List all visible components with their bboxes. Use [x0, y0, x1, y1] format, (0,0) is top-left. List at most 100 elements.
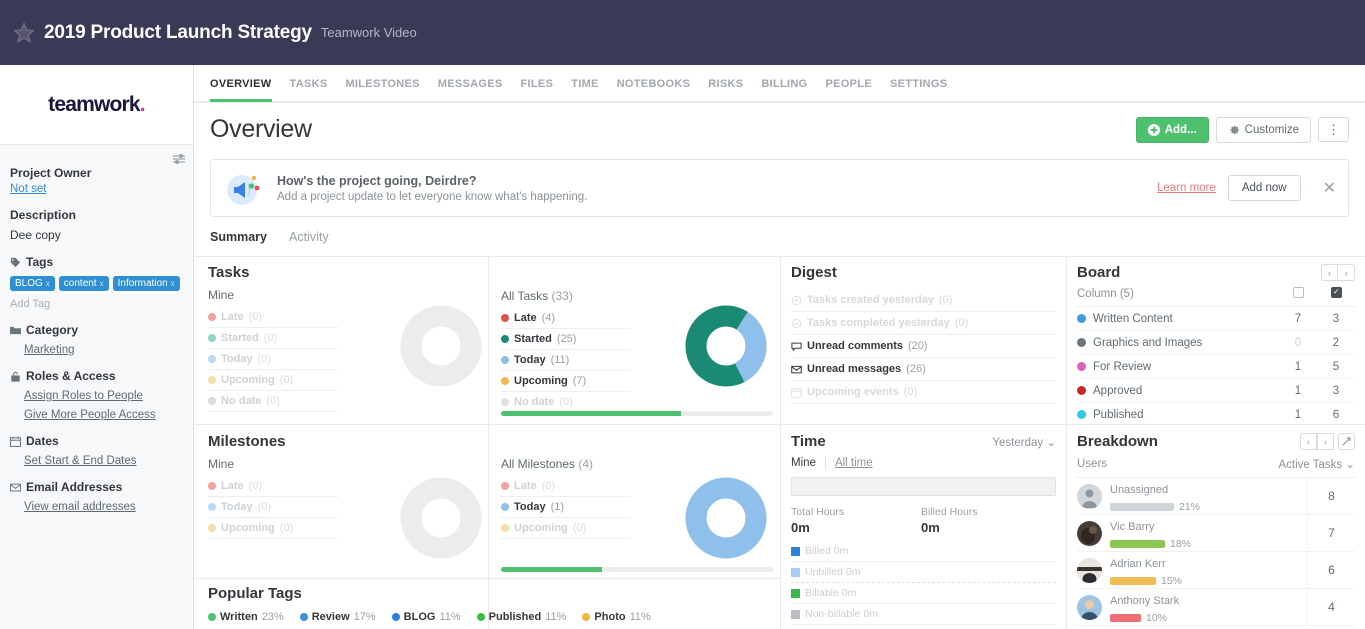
- board-row[interactable]: Graphics and Images 0 2: [1077, 331, 1355, 355]
- legend-item[interactable]: Late (0): [208, 307, 338, 328]
- tab-files[interactable]: FILES: [521, 64, 554, 102]
- board-row[interactable]: Written Content 7 3: [1077, 307, 1355, 331]
- teamwork-logo[interactable]: teamwork.: [0, 65, 193, 145]
- popular-tag-item[interactable]: Photo 11%: [582, 611, 651, 623]
- legend-item[interactable]: No date (0): [501, 392, 631, 413]
- board-prev-button[interactable]: ‹: [1321, 264, 1338, 281]
- board-row[interactable]: For Review 1 5: [1077, 355, 1355, 379]
- digest-item-tasks-created[interactable]: Tasks created yesterday (0): [791, 289, 1056, 312]
- tab-messages[interactable]: MESSAGES: [438, 64, 503, 102]
- give-access-link[interactable]: Give More People Access: [24, 409, 181, 421]
- tab-time[interactable]: TIME: [571, 64, 598, 102]
- popular-tag-item[interactable]: Written 23%: [208, 611, 284, 623]
- learn-more-link[interactable]: Learn more: [1157, 182, 1216, 194]
- add-tag-input[interactable]: Add Tag: [10, 298, 181, 310]
- tab-tasks[interactable]: TASKS: [290, 64, 328, 102]
- star-icon[interactable]: [12, 21, 44, 45]
- time-row-billable[interactable]: Billable 0m: [791, 583, 1056, 604]
- assign-roles-link[interactable]: Assign Roles to People: [24, 390, 181, 402]
- board-header-checked[interactable]: [1317, 287, 1355, 301]
- close-banner-icon[interactable]: ✕: [1323, 178, 1336, 198]
- tag-remove-icon[interactable]: x: [171, 279, 175, 288]
- view-emails-link[interactable]: View email addresses: [24, 501, 181, 513]
- legend-item[interactable]: Upcoming (0): [501, 518, 631, 539]
- legend-label: Upcoming: [514, 375, 568, 387]
- tab-notebooks[interactable]: NOTEBOOKS: [617, 64, 691, 102]
- legend-dot-icon: [501, 356, 509, 364]
- legend-item[interactable]: Today (0): [208, 497, 338, 518]
- digest-item-tasks-completed[interactable]: Tasks completed yesterday (0): [791, 312, 1056, 335]
- grid-divider-digest: [780, 424, 1066, 425]
- legend-item[interactable]: Today (1): [501, 497, 631, 518]
- board-row[interactable]: Published 1 6: [1077, 403, 1355, 426]
- digest-item-upcoming-events[interactable]: Upcoming events (0): [791, 381, 1056, 404]
- breakdown-row[interactable]: Vic Barry 18% 7: [1077, 515, 1355, 552]
- tag-remove-icon[interactable]: x: [100, 279, 104, 288]
- add-button[interactable]: Add...: [1135, 116, 1209, 143]
- popular-tag-item[interactable]: Review 17%: [299, 611, 376, 623]
- breakdown-sort-label: Active Tasks: [1278, 459, 1343, 471]
- legend-count: (0): [559, 396, 573, 408]
- board-row[interactable]: Approved 1 3: [1077, 379, 1355, 403]
- breakdown-row[interactable]: Anthony Stark 10% 4: [1077, 589, 1355, 626]
- col-divider-3: [1066, 256, 1067, 629]
- legend-item[interactable]: Upcoming (0): [208, 518, 338, 539]
- breakdown-expand-button[interactable]: [1338, 433, 1355, 450]
- collapse-sidebar-icon[interactable]: [173, 152, 185, 164]
- legend-item[interactable]: Today (11): [501, 350, 631, 371]
- breakdown-next-button[interactable]: ›: [1317, 433, 1334, 450]
- dates-label: Dates: [10, 434, 181, 448]
- legend-item[interactable]: No date (0): [208, 391, 338, 412]
- legend-item[interactable]: Late (0): [208, 476, 338, 497]
- popular-tag-item[interactable]: Published 11%: [476, 611, 566, 623]
- subtab-summary[interactable]: Summary: [210, 230, 267, 244]
- breakdown-sort-dropdown[interactable]: Active Tasks ⌄: [1278, 457, 1355, 471]
- board-next-button[interactable]: ›: [1338, 264, 1355, 281]
- billed-hours-value: 0m: [921, 520, 940, 535]
- more-options-button[interactable]: ⋮: [1318, 117, 1349, 142]
- project-owner-value[interactable]: Not set: [10, 183, 181, 195]
- digest-item-unread-messages[interactable]: Unread messages (26): [791, 358, 1056, 381]
- tag-chip[interactable]: BLOG x: [10, 276, 55, 291]
- subtab-activity[interactable]: Activity: [289, 230, 329, 244]
- board-row-name: Graphics and Images: [1093, 336, 1203, 349]
- legend-item[interactable]: Today (0): [208, 349, 338, 370]
- legend-item[interactable]: Upcoming (0): [208, 370, 338, 391]
- legend-item[interactable]: Upcoming (7): [501, 371, 631, 392]
- customize-button[interactable]: Customize: [1215, 116, 1311, 143]
- legend-dot-icon: [501, 377, 509, 385]
- time-tab-mine[interactable]: Mine: [791, 457, 816, 469]
- time-tab-alltime[interactable]: All time: [835, 457, 873, 469]
- add-now-button[interactable]: Add now: [1227, 175, 1301, 201]
- board-header-unchecked[interactable]: [1279, 287, 1317, 301]
- milestones-mine-label: Mine: [208, 457, 235, 471]
- legend-item[interactable]: Started (25): [501, 329, 631, 350]
- popular-tag-item[interactable]: BLOG 11%: [391, 611, 461, 623]
- tag-chip[interactable]: content x: [58, 276, 109, 291]
- time-row-billed[interactable]: Billed 0m: [791, 541, 1056, 562]
- tab-people[interactable]: PEOPLE: [826, 64, 872, 102]
- breakdown-pct: 15%: [1161, 574, 1183, 587]
- legend-item[interactable]: Late (4): [501, 308, 631, 329]
- set-dates-link[interactable]: Set Start & End Dates: [24, 455, 181, 467]
- category-value[interactable]: Marketing: [24, 344, 181, 356]
- tab-overview[interactable]: OVERVIEW: [210, 64, 272, 102]
- time-row-nonbillable[interactable]: Non-billable 0m: [791, 604, 1056, 625]
- legend-item[interactable]: Late (0): [501, 476, 631, 497]
- tag-chip[interactable]: Information x: [112, 276, 180, 291]
- project-update-banner: How's the project going, Deirdre? Add a …: [210, 159, 1349, 217]
- digest-item-unread-comments[interactable]: Unread comments (20): [791, 335, 1056, 358]
- tab-settings[interactable]: SETTINGS: [890, 64, 947, 102]
- tag-remove-icon[interactable]: x: [46, 279, 50, 288]
- legend-dot-icon: [208, 334, 216, 342]
- legend-item[interactable]: Started (0): [208, 328, 338, 349]
- tab-billing[interactable]: BILLING: [761, 64, 807, 102]
- breakdown-row[interactable]: Unassigned 21% 8: [1077, 478, 1355, 515]
- time-row-unbilled[interactable]: Unbilled 0m: [791, 562, 1056, 583]
- breakdown-row[interactable]: Adrian Kerr 15% 6: [1077, 552, 1355, 589]
- tab-milestones[interactable]: MILESTONES: [345, 64, 419, 102]
- tab-risks[interactable]: RISKS: [708, 64, 743, 102]
- time-period-dropdown[interactable]: Yesterday ⌄: [992, 435, 1056, 449]
- breakdown-prev-button[interactable]: ‹: [1300, 433, 1317, 450]
- breakdown-users-label: Users: [1077, 458, 1108, 470]
